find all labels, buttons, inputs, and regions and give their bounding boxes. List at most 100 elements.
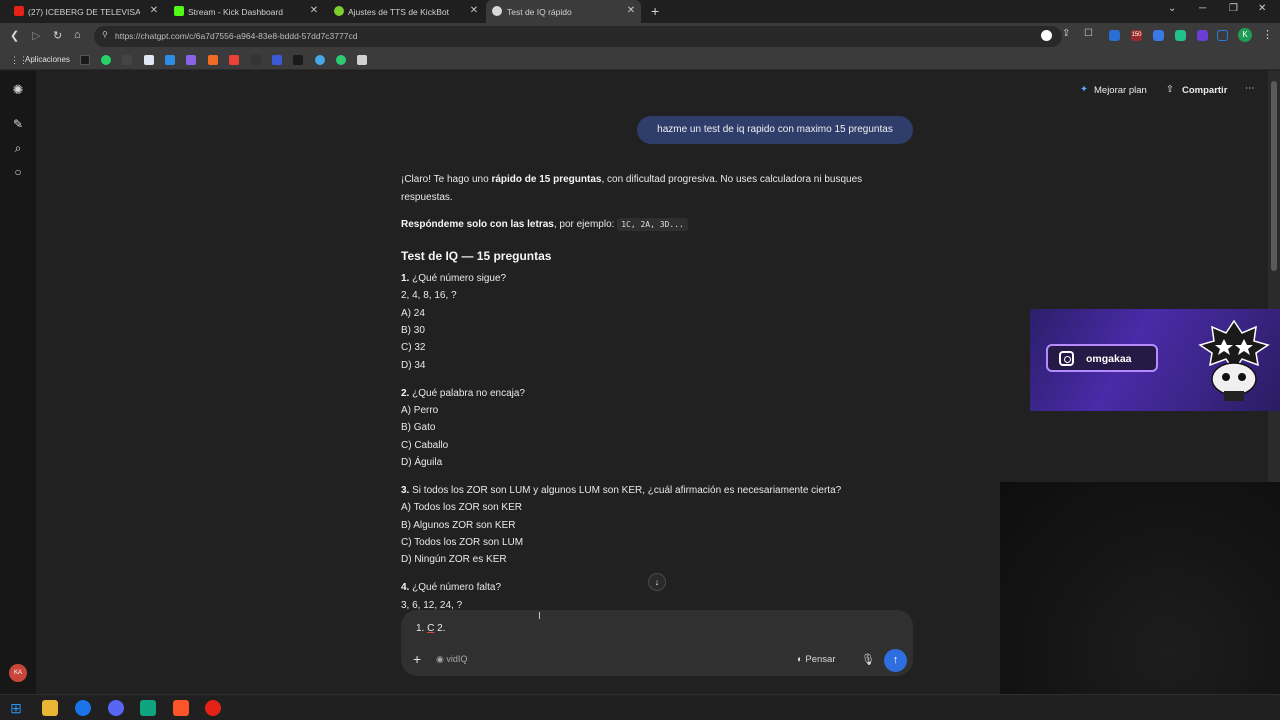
forward-icon[interactable]: ▷ (32, 29, 40, 42)
chatgpt-app-icon[interactable] (140, 700, 156, 716)
site-info-icon[interactable]: ⚲ (102, 30, 108, 39)
scrollbar-thumb[interactable] (1271, 81, 1277, 271)
sparkle-icon: ✦ (1080, 84, 1088, 95)
option: D) 34 (401, 360, 426, 371)
bookmark-icon[interactable] (272, 55, 282, 65)
composer-text: 1. (416, 623, 428, 634)
more-options-button[interactable]: ⋯ (1245, 83, 1255, 94)
bookmark-apps[interactable]: Aplicaciones (25, 55, 70, 64)
close-icon[interactable]: ✕ (308, 5, 320, 16)
option: C) Caballo (401, 440, 449, 451)
instruction-line: Respóndeme solo con las letras, por ejem… (401, 218, 688, 231)
option: C) 32 (401, 342, 426, 353)
avatar[interactable]: KA (9, 664, 27, 682)
tool-label: vidIQ (446, 654, 468, 664)
extension-badge[interactable]: 150 (1131, 30, 1142, 41)
back-icon[interactable]: ❮ (10, 29, 19, 42)
option: A) 24 (401, 308, 425, 319)
restore-icon[interactable]: ❐ (1229, 3, 1238, 14)
gmail-icon[interactable] (229, 55, 239, 65)
bookmark-icon[interactable] (144, 55, 154, 65)
intro-bold: rápido de 15 preguntas (491, 174, 602, 185)
composer-text: 2. (434, 623, 446, 634)
google-icon[interactable] (1041, 30, 1052, 41)
new-tab-icon[interactable]: + (651, 3, 659, 19)
chat-bubble-icon[interactable]: ○ (10, 165, 26, 179)
search-icon[interactable]: ⌕ (10, 141, 26, 156)
option: A) Todos los ZOR son KER (401, 502, 522, 513)
bookmark-icon[interactable] (165, 55, 175, 65)
extension-icon[interactable] (1175, 30, 1186, 41)
option: B) Gato (401, 422, 436, 433)
intro-line-1: ¡Claro! Te hago uno rápido de 15 pregunt… (401, 174, 862, 185)
upgrade-plan-button[interactable]: Mejorar plan (1094, 85, 1147, 96)
reload-icon[interactable]: ↻ (53, 29, 62, 42)
message-composer[interactable]: 1. C 2. + ◉ vidIQ ◐ Pensar 🎙 ↑ (401, 610, 913, 676)
option: C) Todos los ZOR son LUM (401, 537, 524, 548)
question-text: Si todos los ZOR son LUM y algunos LUM s… (409, 485, 842, 496)
bookmarks-bar: ⋮⋮ Aplicaciones (0, 50, 1280, 70)
attach-button[interactable]: + (413, 651, 421, 667)
think-button[interactable]: ◐ Pensar (797, 654, 836, 665)
user-message: hazme un test de iq rapido con maximo 15… (637, 116, 913, 144)
tab-youtube[interactable]: (27) ICEBERG DE TELEVISA | MIS ✕ (14, 0, 160, 23)
question-text: ¿Qué palabra no encaja? (409, 388, 525, 399)
instagram-handle: omgakaa (1086, 353, 1132, 365)
bookmark-icon[interactable] (293, 55, 303, 65)
share-icon[interactable]: ⇪ (1062, 28, 1073, 39)
scroll-down-button[interactable]: ↓ (648, 573, 666, 591)
tab-kick-dashboard[interactable]: Stream - Kick Dashboard ✕ (174, 0, 320, 23)
address-bar[interactable]: ⚲ https://chatgpt.com/c/6a7d7556-a964-83… (94, 26, 1062, 47)
tab-chatgpt[interactable]: Test de IQ rápido ✕ (486, 0, 641, 23)
window-close-icon[interactable]: ✕ (1258, 3, 1266, 14)
chatgpt-logo-icon[interactable]: ✺ (10, 82, 26, 98)
bookmark-icon[interactable]: ☐ (1084, 28, 1095, 39)
brave-icon[interactable] (173, 700, 189, 716)
bookmark-icon[interactable] (186, 55, 196, 65)
url-text[interactable]: https://chatgpt.com/c/6a7d7556-a964-83e8… (115, 31, 357, 41)
file-explorer-icon[interactable] (42, 700, 58, 716)
kickbot-icon (334, 6, 344, 16)
browser-menu-icon[interactable]: ⋮ (1262, 28, 1273, 41)
discord-icon[interactable] (108, 700, 124, 716)
home-icon[interactable]: ⌂ (74, 29, 81, 41)
composer-input[interactable]: 1. C 2. (416, 623, 445, 634)
microphone-icon[interactable]: 🎙 (861, 653, 875, 666)
youtube-app-icon[interactable] (205, 700, 221, 716)
bookmark-icon[interactable] (251, 55, 261, 65)
close-icon[interactable]: ✕ (148, 5, 160, 16)
bookmark-icon[interactable] (208, 55, 218, 65)
webcam-feed (1000, 482, 1280, 694)
minimize-icon[interactable]: ─ (1199, 3, 1206, 14)
tab-search-icon[interactable]: ⌄ (1168, 3, 1176, 14)
close-icon[interactable]: ✕ (625, 5, 637, 16)
option: B) 30 (401, 325, 425, 336)
bookmark-icon[interactable] (80, 55, 90, 65)
instruction-bold: Respóndeme solo con las letras (401, 219, 554, 230)
bookmark-icon[interactable] (357, 55, 367, 65)
send-button[interactable]: ↑ (884, 649, 907, 672)
extension-icon[interactable] (1109, 30, 1120, 41)
question-sequence: 2, 4, 8, 16, ? (401, 290, 457, 301)
option: D) Águila (401, 457, 443, 468)
bookmark-icon[interactable] (315, 55, 325, 65)
tab-title: Test de IQ rápido (507, 6, 572, 17)
vidiq-tool[interactable]: ◉ vidIQ (436, 654, 467, 665)
bookmark-icon[interactable] (122, 55, 132, 65)
chrome-icon[interactable] (75, 700, 91, 716)
profile-avatar[interactable]: K (1238, 28, 1252, 42)
share-button[interactable]: Compartir (1182, 85, 1227, 96)
whatsapp-icon[interactable] (101, 55, 111, 65)
question-text: ¿Qué número falta? (409, 582, 502, 593)
text-cursor-icon: I (538, 611, 541, 622)
close-icon[interactable]: ✕ (468, 5, 480, 16)
new-chat-icon[interactable]: ✎ (10, 117, 26, 131)
mascot-image (1198, 319, 1270, 401)
windows-start-icon[interactable]: ⊞ (8, 700, 24, 716)
bookmark-icon[interactable] (336, 55, 346, 65)
tab-kickbot-tts[interactable]: Ajustes de TTS de KickBot ✕ (334, 0, 480, 23)
side-panel-icon[interactable] (1217, 30, 1228, 41)
extension-icon[interactable] (1197, 30, 1208, 41)
share-icon: ⇧ (1166, 84, 1174, 95)
extension-icon[interactable] (1153, 30, 1164, 41)
